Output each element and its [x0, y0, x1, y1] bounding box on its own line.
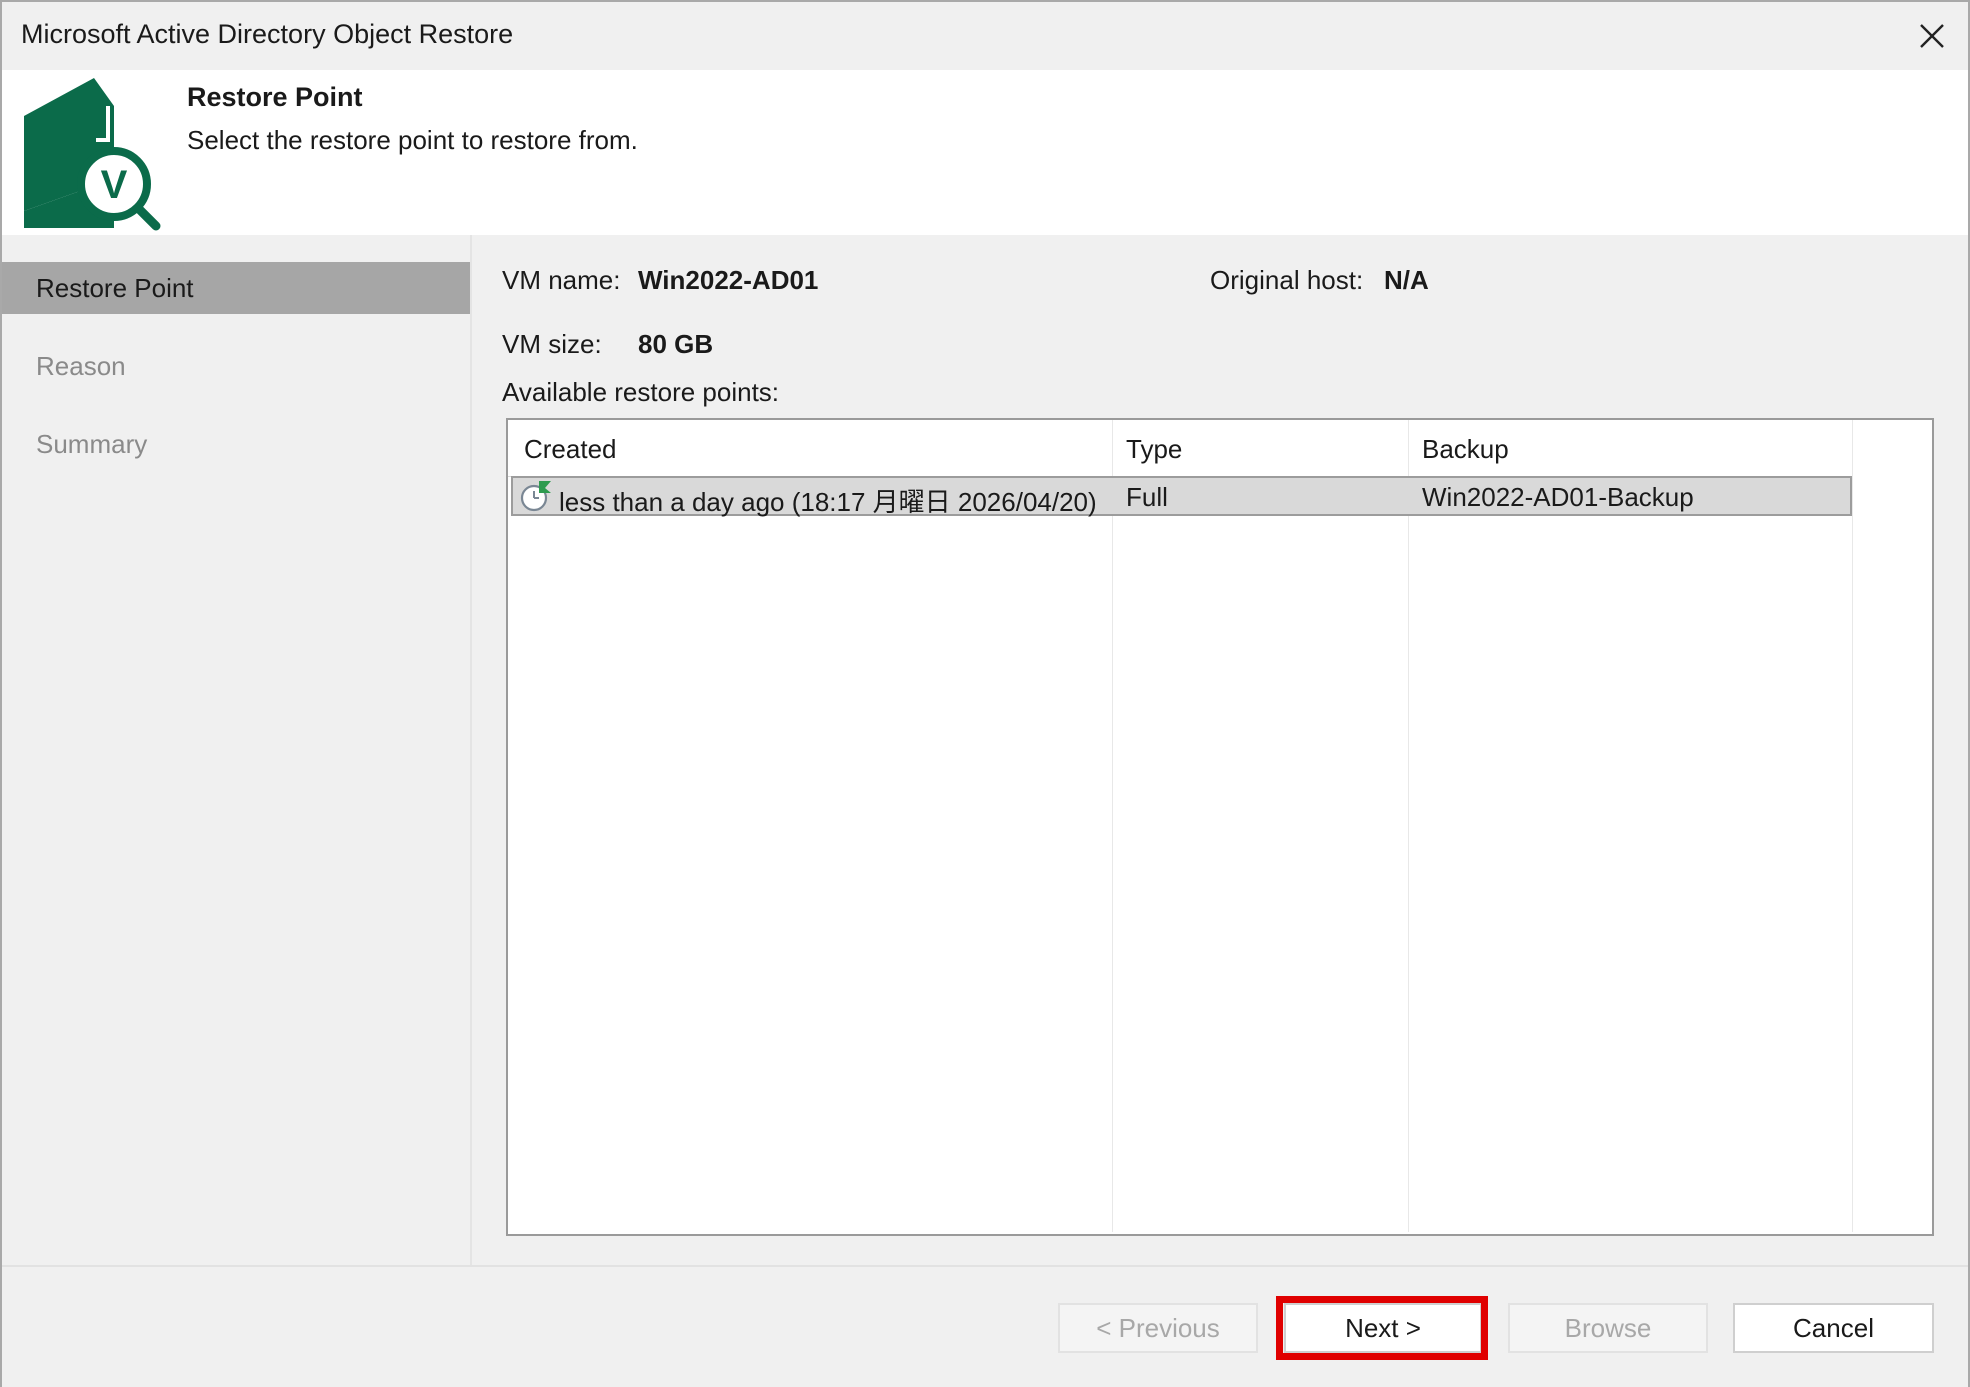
step-summary[interactable]: Summary	[2, 418, 470, 470]
vm-size-label: VM size:	[502, 329, 602, 359]
cell-type: Full	[1126, 482, 1168, 512]
vm-name-value: Win2022-AD01	[638, 265, 819, 295]
wizard-steps-sidebar: Restore Point Reason Summary	[2, 235, 472, 1265]
restore-wizard-window: Microsoft Active Directory Object Restor…	[0, 0, 1970, 1387]
title-bar: Microsoft Active Directory Object Restor…	[2, 2, 1968, 70]
original-host-label: Original host:	[1210, 265, 1364, 295]
column-header-backup[interactable]: Backup	[1422, 434, 1509, 465]
restore-points-table[interactable]: Created Type Backup less than a day ago …	[506, 418, 1934, 1236]
table-row[interactable]: less than a day ago (18:17 月曜日 2026/04/2…	[511, 476, 1852, 517]
step-title: Restore Point	[187, 82, 363, 112]
column-divider	[1852, 420, 1853, 1232]
svg-text:V: V	[101, 163, 128, 207]
original-host-value: N/A	[1384, 265, 1429, 295]
available-restore-points-label: Available restore points:	[502, 377, 780, 407]
column-divider	[1112, 420, 1113, 1232]
step-subtitle: Select the restore point to restore from…	[187, 125, 638, 155]
step-reason[interactable]: Reason	[2, 340, 470, 392]
wizard-header: V Restore Point Select the restore point…	[2, 70, 1968, 235]
browse-button[interactable]: Browse	[1508, 1303, 1708, 1353]
next-button-highlight-box	[1276, 1296, 1488, 1360]
cell-created: less than a day ago (18:17 月曜日 2026/04/2…	[559, 487, 1097, 517]
restore-point-clock-icon	[520, 481, 551, 512]
cancel-button[interactable]: Cancel	[1733, 1303, 1934, 1353]
cell-backup: Win2022-AD01-Backup	[1422, 482, 1694, 512]
step-restore-point[interactable]: Restore Point	[2, 262, 470, 314]
vm-size-value: 80 GB	[638, 329, 714, 359]
wizard-footer: < Previous Next > Browse Cancel	[2, 1265, 1968, 1387]
previous-button[interactable]: < Previous	[1058, 1303, 1258, 1353]
table-header: Created Type Backup	[508, 420, 1852, 477]
window-title: Microsoft Active Directory Object Restor…	[21, 19, 514, 49]
main-panel: VM name: Win2022-AD01 Original host: N/A…	[472, 235, 1968, 1265]
column-header-type[interactable]: Type	[1126, 434, 1182, 465]
close-button[interactable]	[1910, 14, 1954, 58]
column-header-created[interactable]: Created	[524, 434, 617, 465]
vm-name-label: VM name:	[502, 265, 621, 295]
ad-restore-logo-icon: V	[24, 78, 161, 231]
column-divider	[1408, 420, 1409, 1232]
close-icon	[1920, 24, 1944, 48]
